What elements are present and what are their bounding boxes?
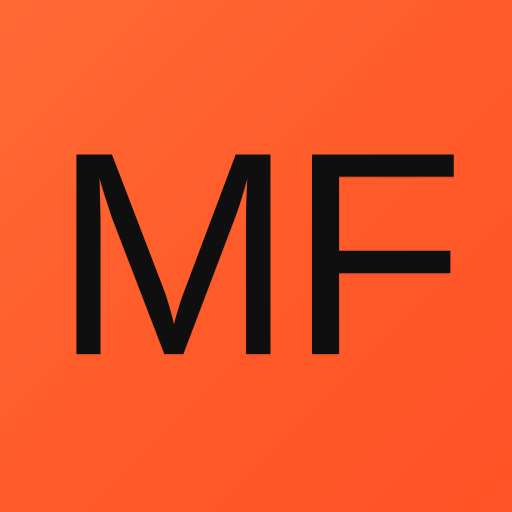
monogram-text: MF xyxy=(52,92,466,416)
monogram-tile: MF xyxy=(0,0,512,512)
